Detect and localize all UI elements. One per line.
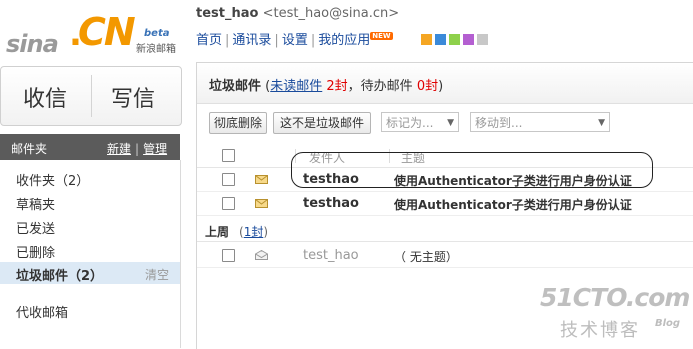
delete-permanently-button[interactable]: 彻底删除	[209, 112, 267, 134]
row-checkbox[interactable]	[222, 249, 235, 262]
group-count-link[interactable]: 1封	[244, 225, 264, 239]
theme-swatch-blue[interactable]	[435, 34, 446, 45]
mail-subject[interactable]: （ 无主题）	[394, 248, 458, 265]
nav-separator: |	[225, 33, 230, 48]
watermark-51cto: 51CTO.com	[540, 283, 690, 312]
unread-mail-icon	[255, 175, 268, 184]
mail-list-header: 垃圾邮件 (未读邮件 2封，待办邮件 0封)	[197, 63, 693, 104]
mark-as-select[interactable]: 标记为... ▼	[381, 112, 459, 132]
folder-drafts[interactable]: 草稿夹	[16, 194, 55, 213]
button-divider	[91, 75, 92, 117]
new-badge: NEW	[370, 32, 393, 40]
folder-external-mail[interactable]: 代收邮箱	[16, 302, 68, 321]
logo-subtitle: 新浪邮箱	[136, 44, 176, 55]
folder-spam[interactable]: 垃圾邮件（2）	[16, 265, 103, 284]
theme-swatch-purple[interactable]	[463, 34, 474, 45]
sina-logo[interactable]: sina . CN beta 新浪邮箱	[6, 10, 181, 62]
group-header-last-week: 上周 (1封)	[197, 219, 693, 242]
folder-inbox[interactable]: 收件夹（2）	[16, 170, 89, 189]
row-checkbox[interactable]	[222, 173, 235, 186]
nav-separator: |	[310, 33, 316, 48]
nav-separator: |	[274, 33, 279, 48]
nav-home[interactable]: 首页	[196, 33, 222, 48]
pending-count: 0封	[416, 79, 439, 94]
user-name: test_hao	[196, 6, 259, 21]
annotation-highlight	[291, 152, 653, 188]
manage-folders-link[interactable]: 管理	[143, 142, 167, 156]
logo-cn-text: CN	[78, 10, 136, 54]
move-to-label: 移动到...	[475, 116, 523, 130]
unread-mail-link[interactable]: 未读邮件	[270, 79, 322, 94]
theme-swatch-green[interactable]	[449, 34, 460, 45]
clear-spam-link[interactable]: 清空	[145, 266, 169, 283]
folder-status: 垃圾邮件 (未读邮件 2封，待办邮件 0封)	[209, 75, 443, 94]
logo-beta: beta	[144, 28, 170, 39]
read-mail-icon	[255, 250, 268, 260]
mark-as-label: 标记为...	[386, 116, 434, 130]
group-label: 上周	[205, 225, 230, 239]
group-count-close: )	[263, 225, 269, 239]
move-to-select[interactable]: 移动到... ▼	[470, 112, 610, 132]
nav-my-apps[interactable]: 我的应用	[318, 33, 370, 48]
mail-sender: test_hao	[303, 248, 359, 263]
folder-header-actions: 新建 | 管理	[107, 140, 167, 157]
theme-swatch-gray[interactable]	[477, 34, 488, 45]
user-email: <test_hao@sina.cn>	[262, 6, 400, 21]
chevron-down-icon: ▼	[447, 118, 454, 128]
watermark-blog: Blog	[655, 318, 681, 329]
folder-header: 邮件夹 新建 | 管理	[0, 134, 180, 160]
compose-button[interactable]: 写信	[111, 81, 155, 113]
new-folder-link[interactable]: 新建	[107, 142, 131, 156]
theme-swatch-orange[interactable]	[421, 34, 432, 45]
nav-contacts[interactable]: 通讯录	[232, 33, 271, 48]
receive-button[interactable]: 收信	[23, 81, 67, 113]
mail-action-buttons: 收信 写信	[0, 66, 182, 126]
folder-sent[interactable]: 已发送	[16, 218, 55, 237]
unread-mail-icon	[255, 199, 268, 208]
mail-row[interactable]: testhao 使用Authenticator子类进行用户身份认证	[197, 191, 693, 216]
page-title: 垃圾邮件	[209, 79, 262, 94]
group-count: (1封)	[239, 223, 268, 240]
not-spam-button[interactable]: 这不是垃圾邮件	[273, 112, 371, 134]
top-nav: 首页 | 通讯录 | 设置 | 我的应用 NEW	[196, 29, 393, 48]
mail-sender: testhao	[303, 196, 359, 211]
folder-header-title: 邮件夹	[11, 142, 48, 156]
select-all-checkbox[interactable]	[222, 149, 235, 162]
folder-actions-separator: |	[135, 142, 140, 156]
pending-text: ，待办邮件	[347, 79, 413, 94]
folder-deleted[interactable]: 已删除	[16, 242, 55, 261]
mail-row[interactable]: test_hao （ 无主题）	[197, 243, 693, 268]
logo-sina-text: sina	[6, 30, 59, 58]
watermark-tech-blog: 技术博客	[560, 320, 640, 341]
nav-settings[interactable]: 设置	[282, 33, 308, 48]
mail-subject[interactable]: 使用Authenticator子类进行用户身份认证	[394, 196, 632, 213]
user-info: test_hao <test_hao@sina.cn>	[196, 6, 399, 21]
status-close-paren: )	[438, 79, 444, 94]
row-checkbox[interactable]	[222, 197, 235, 210]
unread-count: 2封	[326, 79, 348, 94]
chevron-down-icon: ▼	[598, 118, 605, 128]
